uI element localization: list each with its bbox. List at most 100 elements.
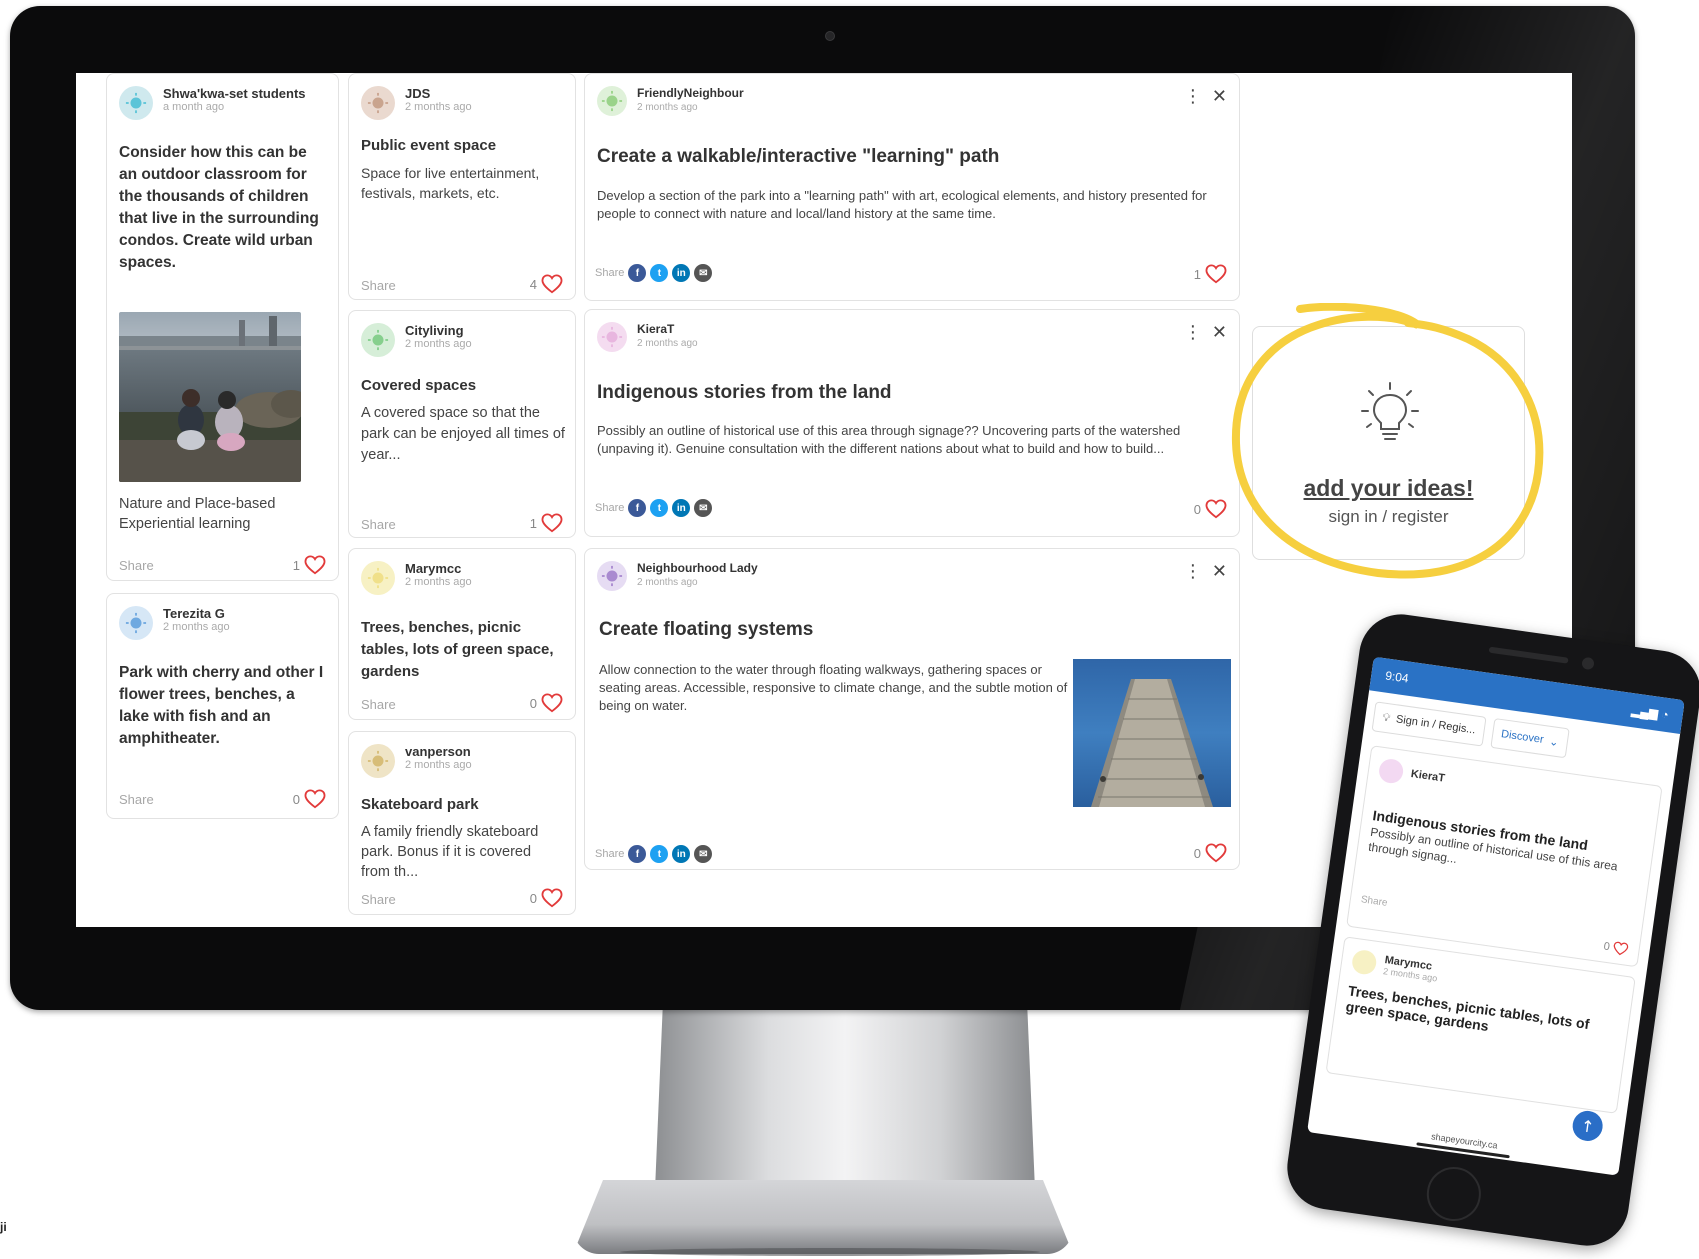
heart-icon [541, 888, 563, 908]
lightbulb-avatar-icon [125, 92, 147, 114]
twitter-share-icon[interactable]: t [650, 264, 669, 282]
chevron-down-icon: ⌄ [1548, 735, 1560, 749]
facebook-share-icon[interactable]: f [628, 499, 647, 517]
add-ideas-panel[interactable]: add your ideas! sign in / register [1252, 326, 1525, 560]
share-label: Share [595, 267, 625, 279]
phone-idea-card[interactable]: Marymcc 2 months ago Trees, benches, pic… [1325, 936, 1636, 1114]
card-title: Indigenous stories from the land [597, 382, 892, 403]
phone-clock: 9:04 [1384, 668, 1410, 686]
author-name: KieraT [637, 322, 675, 336]
idea-card-terezita[interactable]: Terezita G 2 months ago Park with cherry… [106, 593, 339, 819]
twitter-share-icon[interactable]: t [650, 845, 669, 863]
idea-card-friendly[interactable]: FriendlyNeighbour 2 months ago ⋮ ✕ Creat… [584, 73, 1240, 301]
like-button[interactable]: 4 [530, 274, 563, 294]
idea-card-vanperson[interactable]: vanperson 2 months ago Skateboard park A… [348, 731, 576, 915]
lightbulb-avatar-icon [367, 750, 389, 772]
close-icon[interactable]: ✕ [1212, 322, 1227, 343]
author-name: Cityliving [405, 323, 464, 338]
share-link[interactable]: Share [361, 517, 396, 532]
lightbulb-icon: 💡︎ [1381, 710, 1392, 724]
idea-card-neighbourhood-lady[interactable]: Neighbourhood Lady 2 months ago ⋮ ✕ Crea… [584, 548, 1240, 870]
idea-card-shwakwaset[interactable]: Shwa'kwa-set students a month ago Consid… [106, 73, 339, 581]
add-ideas-link[interactable]: add your ideas! [1253, 475, 1524, 502]
share-link[interactable]: Share [361, 697, 396, 712]
like-count: 1 [1193, 266, 1201, 282]
card-body: Space for live entertainment, festivals,… [361, 165, 540, 201]
card-header: Shwa'kwa-set students a month ago [119, 86, 306, 120]
like-button[interactable]: 1 [530, 513, 563, 533]
more-options-icon[interactable]: ⋮ [1184, 561, 1202, 582]
more-options-icon[interactable]: ⋮ [1184, 322, 1202, 343]
post-time: 2 months ago [637, 338, 698, 349]
card-title: Create a walkable/interactive "learning"… [597, 146, 1000, 167]
card-header: FriendlyNeighbour 2 months ago [597, 86, 744, 116]
share-link[interactable]: Share [361, 892, 396, 907]
share-link[interactable]: Share [119, 558, 154, 573]
like-button[interactable]: 0 [293, 789, 326, 809]
like-button[interactable]: 0 [530, 888, 563, 908]
heart-icon [304, 789, 326, 809]
stage: Shwa'kwa-set students a month ago Consid… [0, 0, 1699, 1259]
share-bar: Share f t in ✉ [595, 845, 713, 863]
lightbulb-avatar-icon [367, 329, 389, 351]
author-name: Terezita G [163, 606, 225, 621]
email-share-icon[interactable]: ✉ [694, 845, 713, 863]
more-options-icon[interactable]: ⋮ [1184, 86, 1202, 107]
author-name: FriendlyNeighbour [637, 86, 744, 100]
heart-icon [304, 555, 326, 575]
share-link[interactable]: Share [119, 792, 154, 807]
river-photo [119, 312, 301, 482]
like-count: 4 [529, 276, 537, 292]
twitter-share-icon[interactable]: t [650, 499, 669, 517]
like-button[interactable]: 1 [293, 555, 326, 575]
author-name: vanperson [405, 744, 471, 759]
phone-sign-in-button[interactable]: 💡︎ Sign in / Regis... [1371, 701, 1487, 747]
facebook-share-icon[interactable]: f [628, 845, 647, 863]
scroll-up-button[interactable]: ↑ [1570, 1108, 1605, 1143]
like-count: 1 [292, 557, 300, 573]
card-caption: Nature and Place-based Experiential lear… [119, 496, 276, 532]
card-title: Create floating systems [599, 619, 814, 640]
card-title: Consider how this can be an outdoor clas… [119, 144, 319, 271]
idea-card-marymcc[interactable]: Marymcc 2 months ago Trees, benches, pic… [348, 548, 576, 720]
lightbulb-icon [1361, 382, 1419, 440]
share-label: Share [595, 502, 625, 514]
card-title: Trees, benches, picnic tables, lots of g… [361, 619, 554, 680]
facebook-share-icon[interactable]: f [628, 264, 647, 282]
email-share-icon[interactable]: ✉ [694, 264, 713, 282]
idea-card-jds[interactable]: JDS 2 months ago Public event space Spac… [348, 73, 576, 300]
idea-card-kierat[interactable]: KieraT 2 months ago ⋮ ✕ Indigenous stori… [584, 309, 1240, 537]
card-header: KieraT 2 months ago [597, 322, 698, 352]
phone-home-button[interactable] [1423, 1163, 1485, 1225]
lightbulb-avatar-icon [367, 92, 389, 114]
post-time: 2 months ago [163, 621, 230, 633]
phone-screen: 9:04 ▂▄▆ ◔ 💡︎ Sign in / Regis... Discove… [1307, 656, 1685, 1176]
post-time: 2 months ago [405, 101, 472, 113]
share-bar: Share f t in ✉ [595, 499, 713, 517]
post-time: 2 months ago [637, 102, 698, 113]
author-name: Neighbourhood Lady [637, 561, 758, 575]
like-button[interactable]: 0 [530, 693, 563, 713]
like-button[interactable]: 1 [1194, 264, 1227, 284]
phone-idea-card[interactable]: KieraT Indigenous stories from the land … [1346, 745, 1663, 968]
post-time: 2 months ago [405, 338, 472, 350]
linkedin-share-icon[interactable]: in [672, 264, 691, 282]
linkedin-share-icon[interactable]: in [672, 499, 691, 517]
like-count: 0 [1193, 501, 1201, 517]
author-name: Shwa'kwa-set students [163, 86, 306, 101]
phone-discover-button[interactable]: Discover ⌄ [1490, 717, 1570, 759]
like-button[interactable]: 0 [1194, 843, 1227, 863]
heart-icon [1613, 941, 1629, 956]
close-icon[interactable]: ✕ [1212, 86, 1227, 107]
like-button[interactable]: 0 [1194, 499, 1227, 519]
phone-sign-in-label: Sign in / Regis... [1395, 713, 1477, 737]
share-link[interactable]: Share [361, 278, 396, 293]
card-title: Skateboard park [361, 796, 479, 813]
close-icon[interactable]: ✕ [1212, 561, 1227, 582]
avatar [119, 606, 153, 640]
sign-in-register-link[interactable]: sign in / register [1253, 507, 1524, 527]
idea-card-cityliving[interactable]: Cityliving 2 months ago Covered spaces A… [348, 310, 576, 538]
monitor-stand-shadow [620, 1248, 1040, 1256]
linkedin-share-icon[interactable]: in [672, 845, 691, 863]
email-share-icon[interactable]: ✉ [694, 499, 713, 517]
